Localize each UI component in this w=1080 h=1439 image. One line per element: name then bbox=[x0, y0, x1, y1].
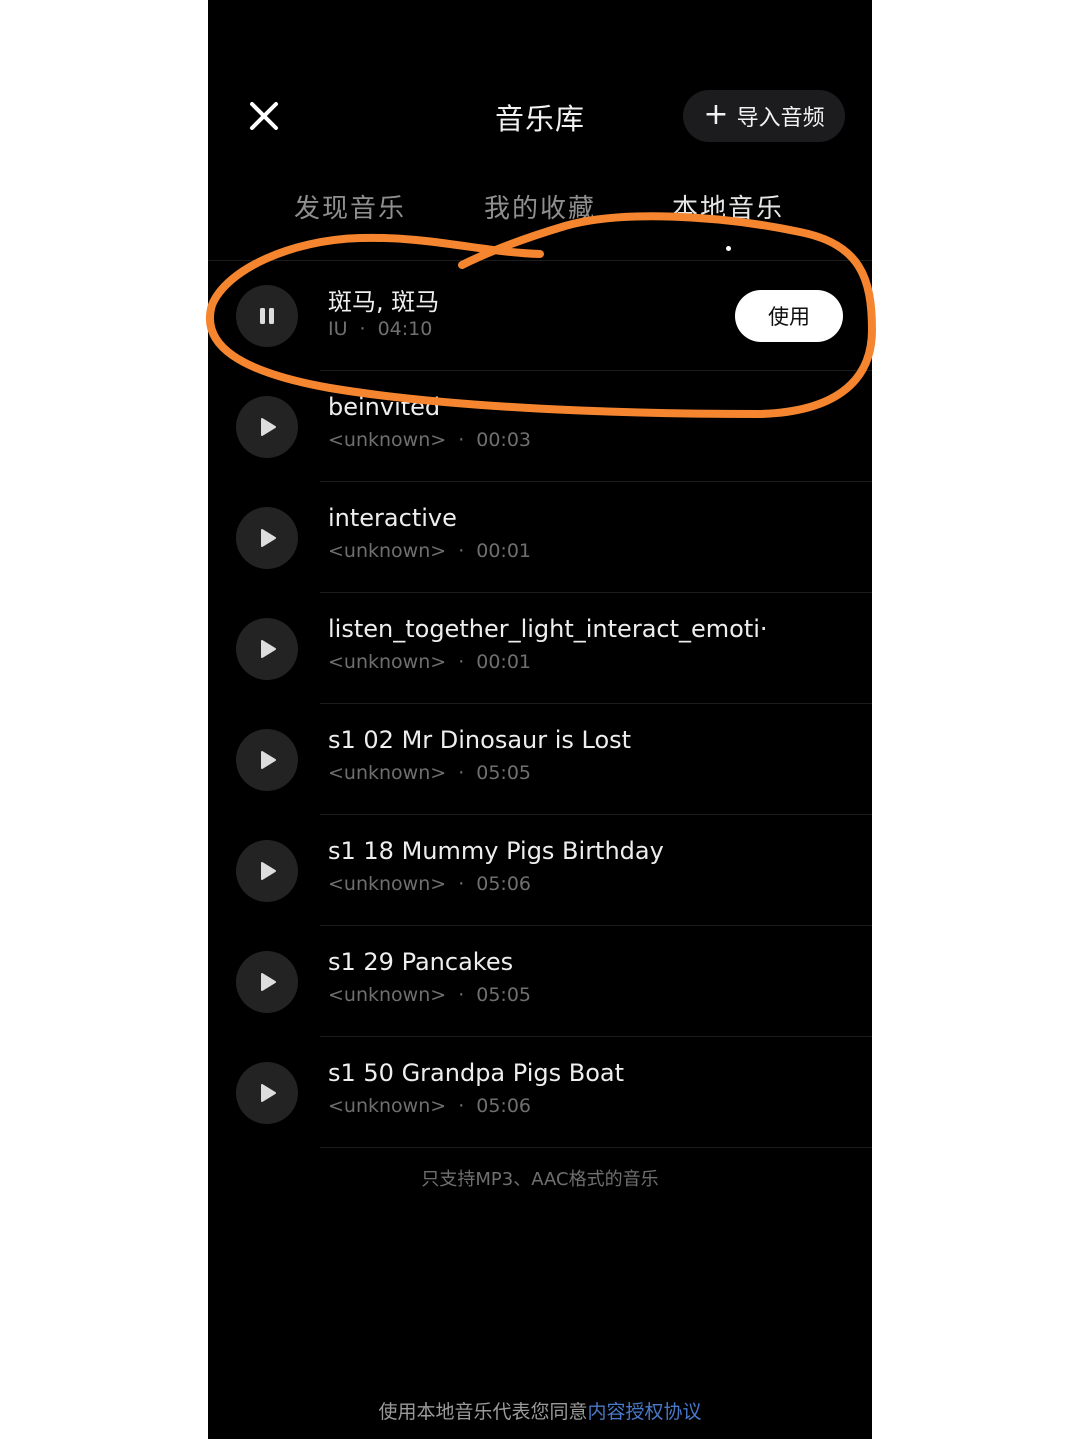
track-duration: 05:05 bbox=[476, 762, 531, 784]
tab-my-favorites[interactable]: 我的收藏 bbox=[450, 188, 630, 225]
play-icon bbox=[261, 862, 276, 880]
import-audio-label: 导入音频 bbox=[736, 106, 825, 131]
meta-separator: · bbox=[359, 318, 366, 340]
meta-separator: · bbox=[458, 429, 465, 451]
track-duration: 05:06 bbox=[476, 1095, 531, 1117]
play-icon bbox=[261, 640, 276, 658]
pause-button[interactable] bbox=[236, 285, 298, 347]
track-title: s1 18 Mummy Pigs Birthday bbox=[328, 837, 664, 865]
track-duration: 05:06 bbox=[476, 873, 531, 895]
track-meta: <unknown> · 05:05 bbox=[328, 762, 531, 784]
row-divider bbox=[320, 1147, 872, 1148]
content-license-link[interactable]: 内容授权协议 bbox=[588, 1401, 702, 1423]
play-icon bbox=[261, 1084, 276, 1102]
track-row[interactable]: interactive <unknown> · 00:01 bbox=[208, 482, 872, 593]
agreement-notice: 使用本地音乐代表您同意内容授权协议 bbox=[208, 1397, 872, 1424]
play-button[interactable] bbox=[236, 618, 298, 680]
track-meta: <unknown> · 00:01 bbox=[328, 651, 531, 673]
track-meta: <unknown> · 00:01 bbox=[328, 540, 531, 562]
track-list: 斑马, 斑马 IU · 04:10 使用 beinvited <unknown> · 00:03… bbox=[208, 260, 872, 1148]
track-meta: <unknown> · 05:05 bbox=[328, 984, 531, 1006]
meta-separator: · bbox=[458, 984, 465, 1006]
track-artist: <unknown> bbox=[328, 1095, 447, 1117]
track-duration: 00:01 bbox=[476, 651, 531, 673]
track-artist: <unknown> bbox=[328, 651, 447, 673]
track-meta: IU · 04:10 bbox=[328, 318, 432, 340]
track-row[interactable]: beinvited <unknown> · 00:03 bbox=[208, 371, 872, 482]
track-row[interactable]: s1 50 Grandpa Pigs Boat <unknown> · 05:06 bbox=[208, 1037, 872, 1148]
track-meta: <unknown> · 00:03 bbox=[328, 429, 531, 451]
track-row[interactable]: 斑马, 斑马 IU · 04:10 使用 bbox=[208, 260, 872, 371]
play-button[interactable] bbox=[236, 951, 298, 1013]
plus-icon: + bbox=[703, 96, 729, 132]
play-icon bbox=[261, 973, 276, 991]
track-artist: <unknown> bbox=[328, 429, 447, 451]
track-row[interactable]: s1 18 Mummy Pigs Birthday <unknown> · 05:06 bbox=[208, 815, 872, 926]
track-artist: IU bbox=[328, 318, 348, 340]
play-button[interactable] bbox=[236, 729, 298, 791]
play-icon bbox=[261, 529, 276, 547]
track-title: s1 29 Pancakes bbox=[328, 948, 514, 976]
track-meta: <unknown> · 05:06 bbox=[328, 873, 531, 895]
track-meta: <unknown> · 05:06 bbox=[328, 1095, 531, 1117]
track-title: s1 02 Mr Dinosaur is Lost bbox=[328, 726, 632, 754]
tab-discover-music[interactable]: 发现音乐 bbox=[260, 188, 440, 225]
format-support-note: 只支持MP3、AAC格式的音乐 bbox=[421, 1169, 659, 1190]
active-tab-indicator bbox=[726, 246, 731, 251]
track-title: 斑马, 斑马 bbox=[328, 288, 440, 316]
use-button[interactable]: 使用 bbox=[735, 290, 843, 342]
track-row[interactable]: s1 29 Pancakes <unknown> · 05:05 bbox=[208, 926, 872, 1037]
import-audio-button[interactable]: + 导入音频 bbox=[683, 90, 845, 142]
play-button[interactable] bbox=[236, 1062, 298, 1124]
meta-separator: · bbox=[458, 762, 465, 784]
play-button[interactable] bbox=[236, 396, 298, 458]
track-title: s1 50 Grandpa Pigs Boat bbox=[328, 1059, 625, 1087]
tab-local-music[interactable]: 本地音乐 bbox=[638, 188, 818, 225]
track-artist: <unknown> bbox=[328, 984, 447, 1006]
track-duration: 04:10 bbox=[377, 318, 433, 340]
track-row[interactable]: s1 02 Mr Dinosaur is Lost <unknown> · 05:05 bbox=[208, 704, 872, 815]
play-button[interactable] bbox=[236, 507, 298, 569]
pause-icon bbox=[260, 308, 274, 324]
track-title: listen_together_light_interact_emoti··· bbox=[328, 615, 768, 643]
track-artist: <unknown> bbox=[328, 540, 447, 562]
track-duration: 00:01 bbox=[476, 540, 531, 562]
track-duration: 05:05 bbox=[476, 984, 531, 1006]
track-artist: <unknown> bbox=[328, 873, 447, 895]
play-icon bbox=[261, 418, 276, 436]
meta-separator: · bbox=[458, 651, 465, 673]
track-title: interactive bbox=[328, 504, 457, 532]
track-title: beinvited bbox=[328, 393, 441, 421]
tab-bar: 发现音乐 我的收藏 本地音乐 bbox=[208, 188, 872, 248]
track-artist: <unknown> bbox=[328, 762, 447, 784]
play-icon bbox=[261, 751, 276, 769]
music-library-screen: 音乐库 + 导入音频 发现音乐 我的收藏 本地音乐 斑马, 斑马 IU · 04:10… bbox=[208, 0, 872, 1439]
play-button[interactable] bbox=[236, 840, 298, 902]
agreement-text: 使用本地音乐代表您同意 bbox=[378, 1401, 588, 1423]
track-row[interactable]: listen_together_light_interact_emoti··· <… bbox=[208, 593, 872, 704]
track-duration: 00:03 bbox=[476, 429, 531, 451]
meta-separator: · bbox=[458, 540, 465, 562]
meta-separator: · bbox=[458, 873, 465, 895]
meta-separator: · bbox=[458, 1095, 465, 1117]
